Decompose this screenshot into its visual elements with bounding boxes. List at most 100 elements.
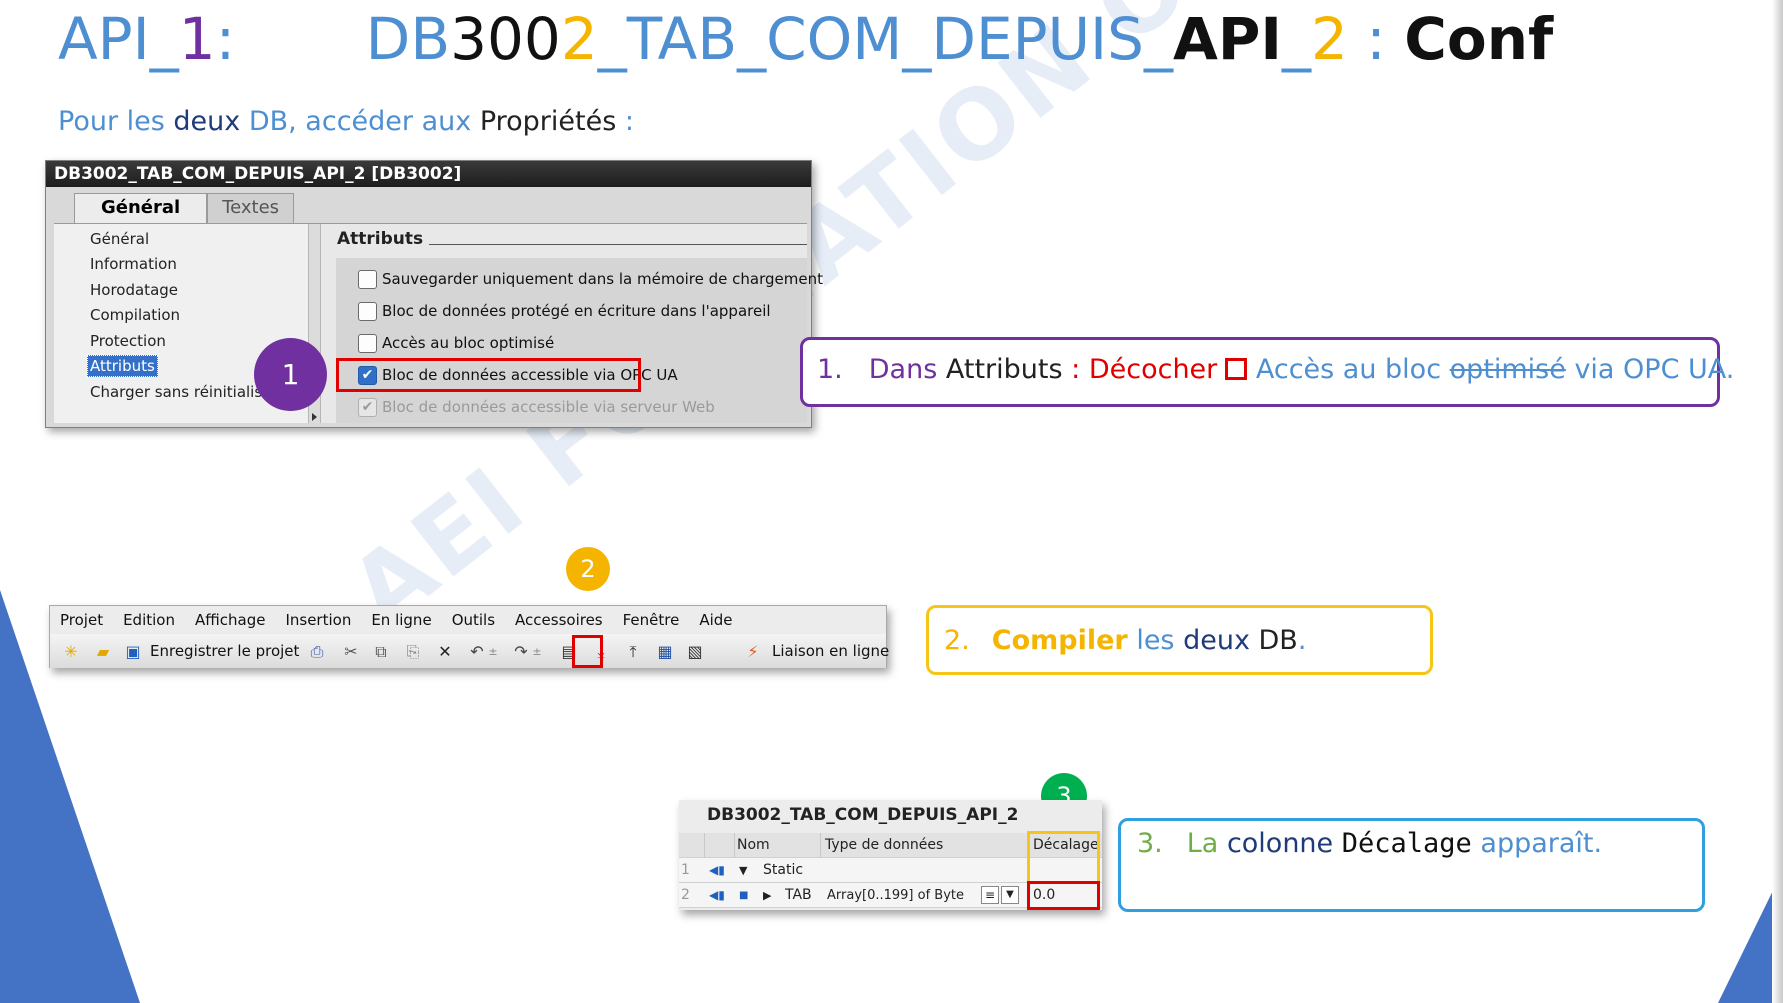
db-tag-icon: ◀▮ (709, 888, 725, 902)
scroll-arrow-icon (312, 413, 317, 421)
callout-text-part (1333, 828, 1342, 859)
undo-dropdown-icon[interactable]: ± (482, 641, 504, 663)
callout-text-part: deux (1183, 625, 1250, 656)
section-divider (429, 244, 807, 245)
properties-body: Général Information Horodatage Compilati… (54, 223, 823, 423)
go-offline-icon[interactable]: ▧ (684, 641, 706, 663)
paste-icon[interactable]: ⎘ (402, 641, 424, 663)
print-icon[interactable]: ⎙ (306, 641, 328, 663)
subtitle: Pour les deux DB, accéder aux Propriétés… (58, 106, 634, 137)
list-icon[interactable]: ≡ (981, 886, 999, 904)
callout-text-part: colonne (1226, 828, 1334, 859)
title-part: Conf (1404, 5, 1554, 73)
row-index: 1 (681, 862, 690, 878)
cut-icon[interactable]: ✂ (340, 641, 362, 663)
redo-dropdown-icon[interactable]: ± (526, 641, 548, 663)
copy-icon[interactable]: ⧉ (370, 641, 392, 663)
menu-help[interactable]: Aide (689, 606, 742, 634)
checkbox[interactable] (358, 301, 377, 321)
callout-text-part: via OPC UA. (1565, 354, 1735, 385)
title-part: 1 (178, 5, 216, 73)
delete-icon[interactable]: ✕ (434, 641, 456, 663)
subtitle-text: : (616, 106, 634, 137)
highlight-box-offset-red (1027, 881, 1100, 910)
cell-datatype[interactable]: Array[0..199] of Byte (827, 883, 977, 908)
checkbox-label: Accès au bloc optimisé (382, 334, 555, 352)
title-part: : (1347, 5, 1405, 73)
menu-project[interactable]: Projet (50, 606, 113, 634)
dropdown-arrow-icon[interactable]: ▼ (1001, 886, 1019, 904)
menu-accessories[interactable]: Accessoires (505, 606, 613, 634)
callout-text-part: les (1127, 625, 1184, 656)
menu-tools[interactable]: Outils (442, 606, 505, 634)
menu-window[interactable]: Fenêtre (613, 606, 690, 634)
subtitle-text: DB, accéder aux (240, 106, 480, 137)
nav-item-general[interactable]: Général (90, 230, 149, 248)
subtitle-text: Propriétés (479, 106, 617, 137)
checkbox-label: Sauvegarder uniquement dans la mémoire d… (382, 270, 823, 288)
go-online-button[interactable]: Liaison en ligne (772, 642, 889, 660)
callout-text-part: optimisé (1449, 354, 1566, 385)
title-part: : (215, 5, 236, 73)
callout-text: 2. Compiler les deux DB. (944, 625, 1306, 656)
unchecked-box-icon (1225, 358, 1248, 380)
menu-view[interactable]: Affichage (185, 606, 275, 634)
menu-bar: Projet Edition Affichage Insertion En li… (50, 606, 886, 634)
checkbox-row[interactable]: Bloc de données protégé en écriture dans… (358, 300, 771, 322)
title-part: API (1172, 5, 1282, 73)
upload-icon[interactable]: ⤒ (622, 641, 644, 663)
db-table-window: DB3002_TAB_COM_DEPUIS_API_2 Nom Type de … (679, 800, 1102, 910)
save-project-button[interactable]: Enregistrer le projet (150, 642, 299, 660)
row-index-header (679, 833, 705, 858)
callout-step-1: 1. Dans Attributs : Décocher Accès au blo… (800, 337, 1734, 407)
checkbox-row-disabled: ✔ Bloc de données accessible via serveur… (358, 396, 715, 418)
menu-insert[interactable]: Insertion (275, 606, 361, 634)
menu-edit[interactable]: Edition (113, 606, 185, 634)
checkbox-row[interactable]: Sauvegarder uniquement dans la mémoire d… (358, 268, 823, 290)
checkbox[interactable] (358, 333, 377, 353)
checkbox-row[interactable]: Accès au bloc optimisé (358, 332, 554, 354)
new-project-icon[interactable]: ✳ (60, 641, 82, 663)
go-online-icon[interactable]: ⚡ (742, 641, 764, 663)
nav-item-timestamp[interactable]: Horodatage (90, 281, 178, 299)
menu-toolbar-window: Projet Edition Affichage Insertion En li… (49, 605, 889, 668)
callout-text-part: apparaît. (1471, 828, 1603, 859)
toolbar: ✳ ▰ ▣ Enregistrer le projet ⎙ ✂ ⧉ ⎘ ✕ ↶ … (50, 634, 889, 668)
tab-general[interactable]: Général (74, 193, 208, 223)
nav-item-information[interactable]: Information (90, 255, 177, 273)
header-datatype[interactable]: Type de données (821, 833, 1029, 858)
expand-triangle-icon[interactable]: ▶ (763, 883, 775, 908)
attributes-panel: Sauvegarder uniquement dans la mémoire d… (336, 258, 823, 423)
menu-online[interactable]: En ligne (361, 606, 441, 634)
nav-item-attributes[interactable]: Attributs (87, 355, 158, 377)
callout-step-3: 3. La colonne Décalage apparaît. (1118, 818, 1705, 912)
callout-text-part: Décalage (1341, 828, 1472, 859)
step-badge-1: 1 (254, 338, 327, 411)
save-icon[interactable]: ▣ (122, 641, 144, 663)
callout-text-part: La (1186, 828, 1227, 859)
checkbox[interactable] (358, 269, 377, 289)
nav-item-protection[interactable]: Protection (90, 332, 166, 350)
attributes-section-title: Attributs (337, 229, 424, 249)
callout-num: 2. (944, 625, 970, 656)
simulation-icon[interactable]: ▦ (654, 641, 676, 663)
title-part: 300 (450, 5, 561, 73)
nav-item-compilation[interactable]: Compilation (90, 306, 180, 324)
subtitle-text: Pour les (58, 106, 174, 137)
collapse-triangle-icon[interactable]: ▼ (739, 858, 753, 883)
callout-text-part: : (1062, 354, 1089, 385)
title-part: 2 (560, 5, 598, 73)
tab-texts[interactable]: Textes (207, 193, 295, 223)
nav-item-load-without-reinit[interactable]: Charger sans réinitialis (90, 383, 262, 401)
header-name[interactable]: Nom (735, 833, 821, 858)
callout-text-part: Compiler (991, 625, 1128, 656)
open-folder-icon[interactable]: ▰ (92, 641, 114, 663)
callout-text: 1. Dans Attributs : Décocher Accès au blo… (817, 354, 1734, 385)
title-part: _ (1281, 5, 1311, 73)
checkbox-disabled: ✔ (358, 397, 377, 417)
db-table-title: DB3002_TAB_COM_DEPUIS_API_2 (707, 805, 1019, 825)
callout-text-part: Dans (868, 354, 946, 385)
member-icon: ■ (739, 890, 749, 901)
checkbox-label: Bloc de données protégé en écriture dans… (382, 302, 771, 320)
right-edge-shadow (1772, 0, 1783, 1003)
